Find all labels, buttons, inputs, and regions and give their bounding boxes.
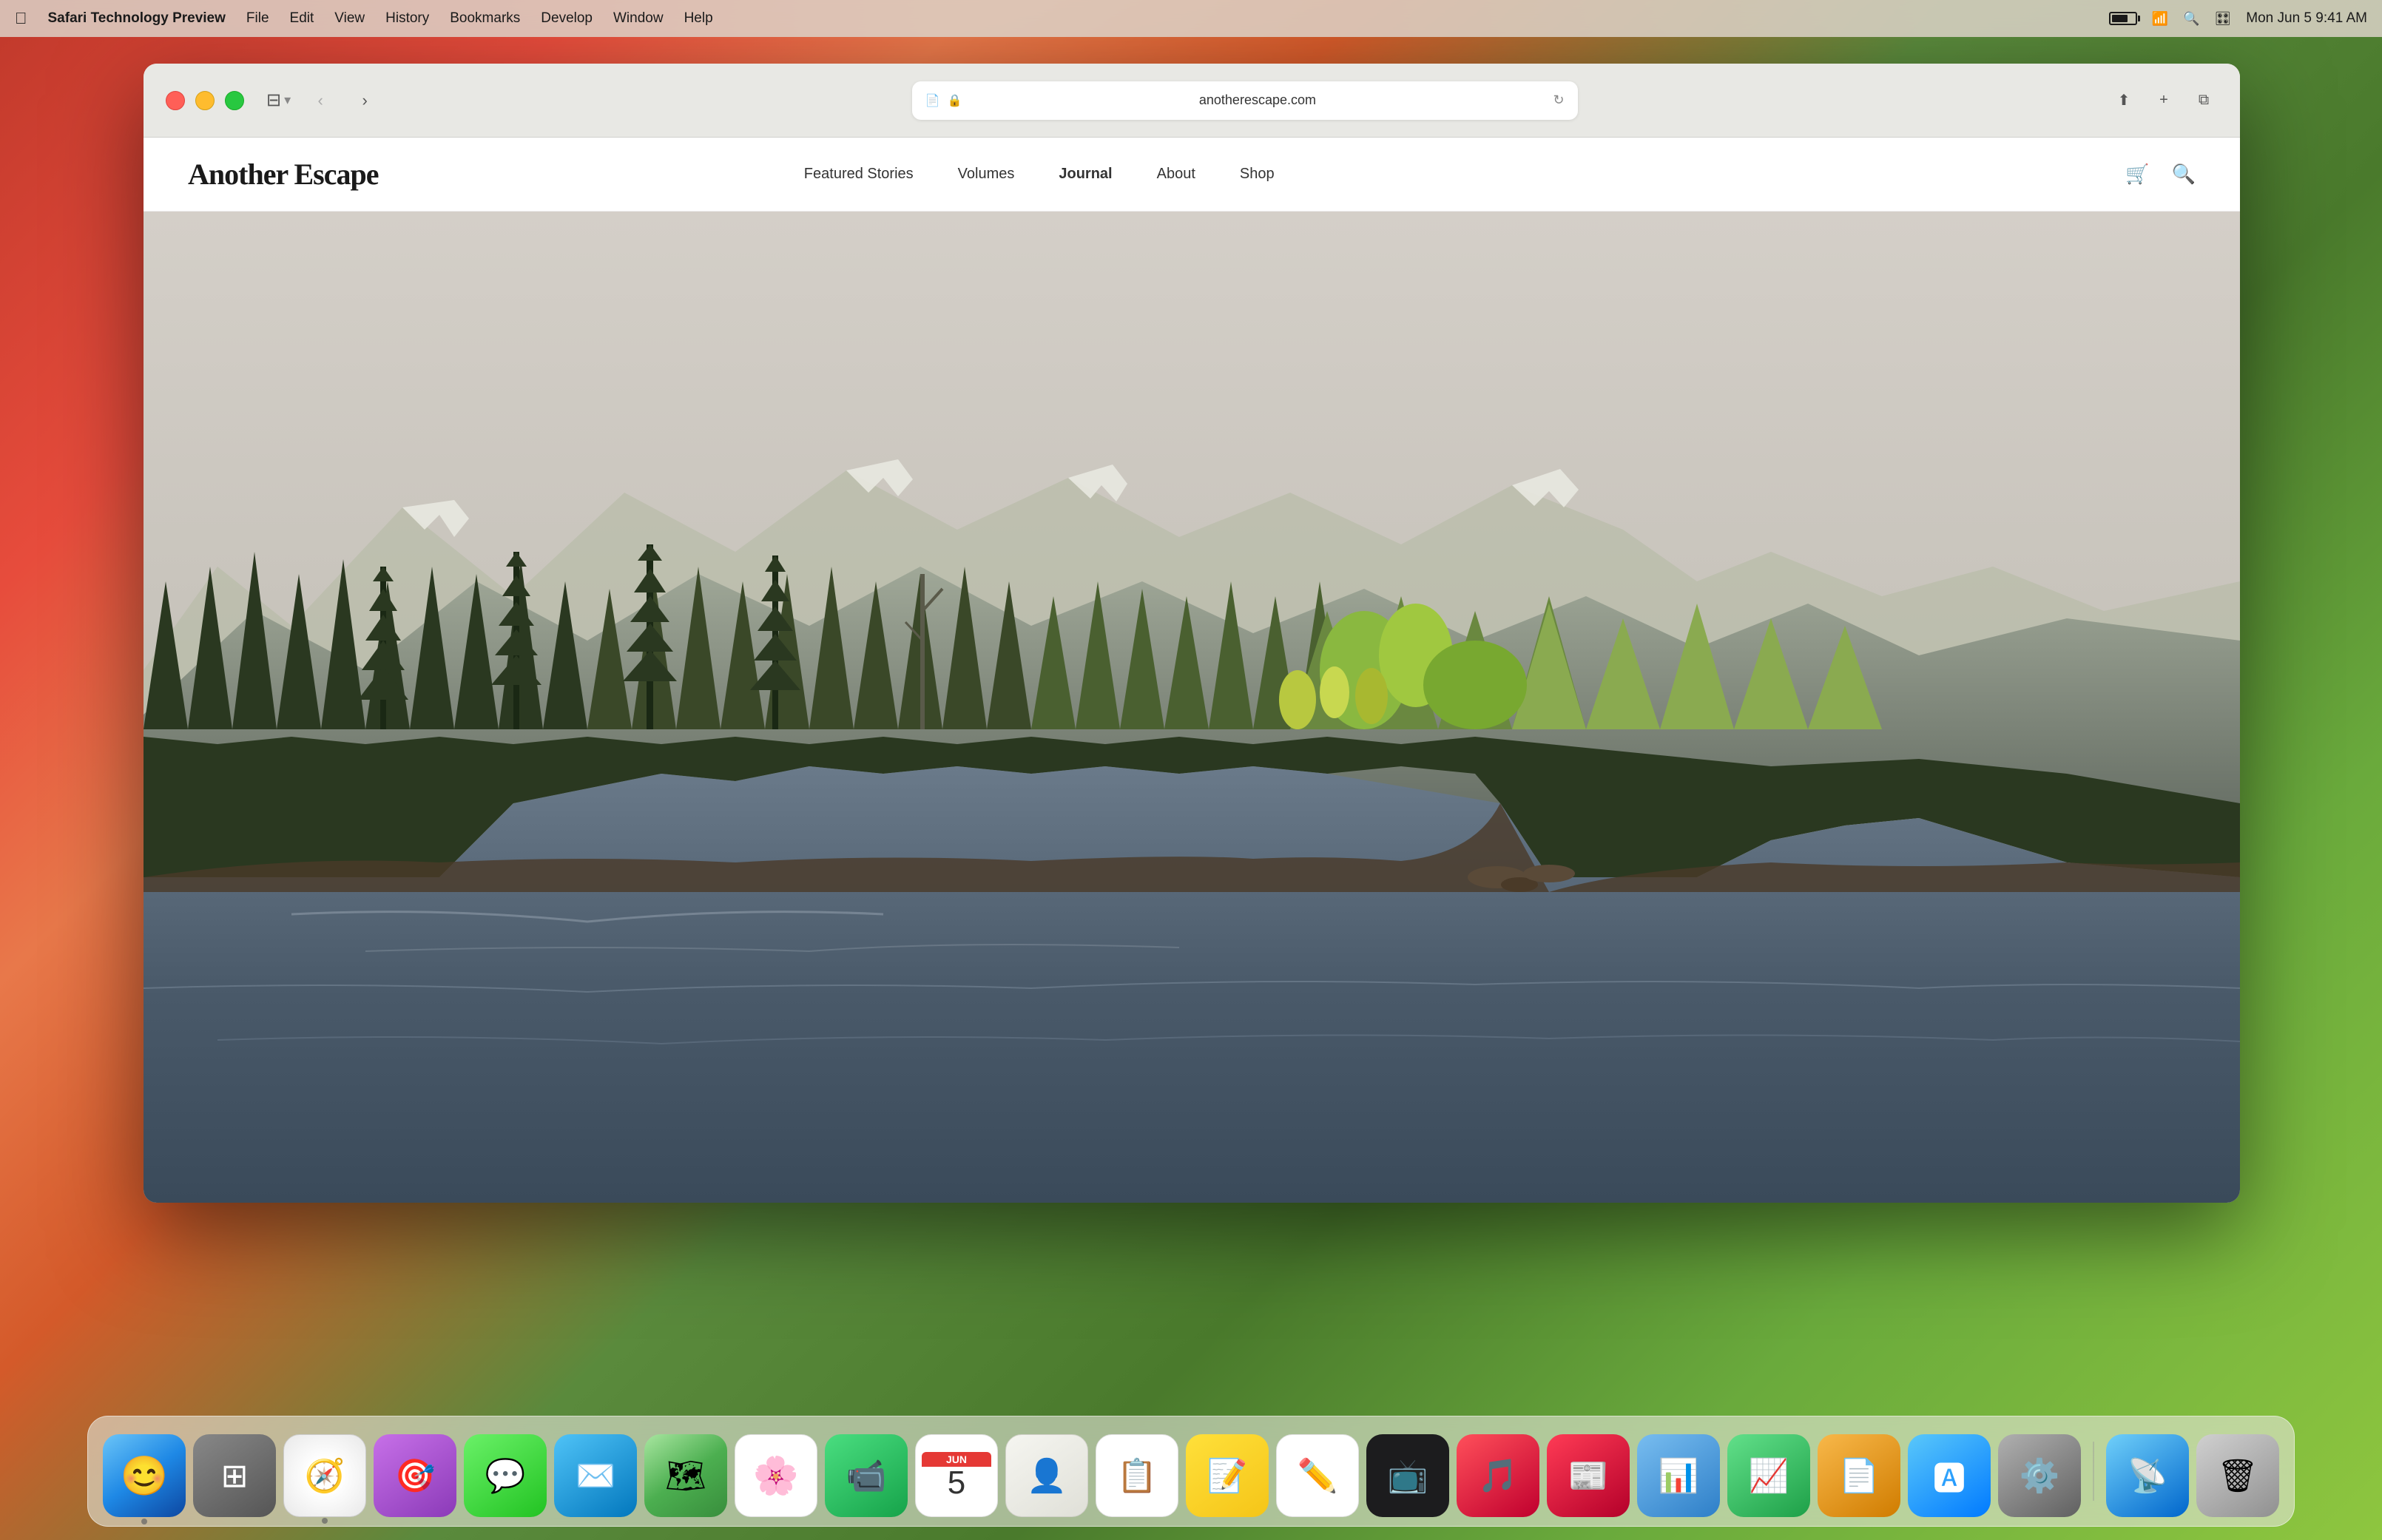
menubar-view[interactable]: View: [334, 10, 365, 27]
dock-calendar[interactable]: JUN 5: [915, 1434, 998, 1517]
hero-image: [144, 212, 2240, 1203]
back-button[interactable]: ‹: [306, 86, 335, 115]
fullscreen-button[interactable]: [225, 91, 244, 110]
landscape-svg: [144, 212, 2240, 1203]
dock-contacts[interactable]: 👤: [1005, 1434, 1088, 1517]
dock-finder[interactable]: 😊: [103, 1434, 186, 1517]
site-logo[interactable]: Another Escape: [188, 157, 378, 192]
dock-freeform[interactable]: ✏️: [1276, 1434, 1359, 1517]
close-button[interactable]: [166, 91, 185, 110]
menubar-history[interactable]: History: [385, 10, 429, 27]
sidebar-toggle[interactable]: ⊟ ▾: [266, 90, 291, 111]
address-bar[interactable]: 📄 🔒 anotherescape.com ↻: [912, 81, 1578, 120]
dock-trash[interactable]: 🗑: [2196, 1434, 2279, 1517]
reload-button[interactable]: ↻: [1553, 92, 1564, 108]
lock-icon: 🔒: [948, 93, 962, 108]
dock-news[interactable]: 📰: [1547, 1434, 1630, 1517]
apple-menu[interactable]: : [15, 9, 27, 28]
safari-toolbar: ⊟ ▾ ‹ › 📄 🔒 anotherescape.com ↻ ⬆ + ⧉: [144, 64, 2240, 138]
dock-music[interactable]: 🎵: [1457, 1434, 1539, 1517]
menubar-develop[interactable]: Develop: [541, 10, 593, 27]
dock-numbers[interactable]: 📈: [1727, 1434, 1810, 1517]
dock-facetime[interactable]: 📹: [825, 1434, 908, 1517]
dock-systemprefs[interactable]: ⚙️: [1998, 1434, 2081, 1517]
menubar-window[interactable]: Window: [613, 10, 664, 27]
search-icon[interactable]: 🔍: [2183, 11, 2199, 27]
menubar-right: 📶 🔍 🎛 Mon Jun 5 9:41 AM: [2109, 10, 2367, 27]
menubar-help[interactable]: Help: [684, 10, 713, 27]
nav-about[interactable]: About: [1157, 166, 1195, 183]
safari-window: ⊟ ▾ ‹ › 📄 🔒 anotherescape.com ↻ ⬆ + ⧉ An…: [144, 64, 2240, 1203]
battery-icon: [2109, 12, 2137, 25]
dock-separator: [2093, 1442, 2094, 1501]
show-tabs-button[interactable]: ⧉: [2190, 87, 2218, 115]
dock-instruments[interactable]: 🎯: [374, 1434, 456, 1517]
toolbar-actions: ⬆ + ⧉: [2110, 87, 2218, 115]
dock-photos[interactable]: 🌸: [735, 1434, 817, 1517]
dock-launchpad[interactable]: ⊞: [193, 1434, 276, 1517]
menubar-file[interactable]: File: [246, 10, 269, 27]
site-nav: Another Escape Featured Stories Volumes …: [144, 138, 2240, 212]
menubar-left:  Safari Technology Preview File Edit Vi…: [15, 9, 713, 28]
site-nav-actions: 🛒 🔍: [2125, 163, 2196, 186]
dock-airdrop[interactable]: 📡: [2106, 1434, 2189, 1517]
nav-shop[interactable]: Shop: [1240, 166, 1275, 183]
traffic-lights: [166, 91, 244, 110]
nav-featured-stories[interactable]: Featured Stories: [804, 166, 914, 183]
page-icon: 📄: [925, 93, 940, 108]
wifi-icon: 📶: [2152, 11, 2168, 27]
website-content: Another Escape Featured Stories Volumes …: [144, 138, 2240, 1203]
url-display[interactable]: anotherescape.com: [969, 92, 1545, 108]
dock-appletv[interactable]: 📺: [1366, 1434, 1449, 1517]
dock-keynote[interactable]: 📊: [1637, 1434, 1720, 1517]
menubar-edit[interactable]: Edit: [290, 10, 314, 27]
dock-notes[interactable]: 📝: [1186, 1434, 1269, 1517]
control-center-icon[interactable]: 🎛: [2214, 11, 2231, 27]
dock-maps[interactable]: 🗺: [644, 1434, 727, 1517]
forward-button[interactable]: ›: [350, 86, 379, 115]
dock-mail[interactable]: ✉️: [554, 1434, 637, 1517]
dock-pages[interactable]: 📄: [1818, 1434, 1900, 1517]
dock-reminders[interactable]: 📋: [1096, 1434, 1178, 1517]
site-nav-links: Featured Stories Volumes Journal About S…: [804, 166, 1275, 183]
nav-volumes[interactable]: Volumes: [958, 166, 1015, 183]
menubar-time: Mon Jun 5 9:41 AM: [2246, 10, 2367, 27]
dock-safari[interactable]: 🧭: [283, 1434, 366, 1517]
dock-appstore[interactable]: 🅰: [1908, 1434, 1991, 1517]
menubar-app-name[interactable]: Safari Technology Preview: [48, 10, 226, 27]
dock-messages[interactable]: 💬: [464, 1434, 547, 1517]
address-bar-container: 📄 🔒 anotherescape.com ↻: [394, 81, 2095, 120]
menubar:  Safari Technology Preview File Edit Vi…: [0, 0, 2382, 37]
menubar-bookmarks[interactable]: Bookmarks: [450, 10, 520, 27]
nav-journal[interactable]: Journal: [1059, 166, 1112, 183]
search-nav-icon[interactable]: 🔍: [2172, 163, 2196, 186]
cart-icon[interactable]: 🛒: [2125, 163, 2149, 186]
dock: 😊 ⊞ 🧭 🎯 💬 ✉️ 🗺 🌸 📹 JUN 5 👤 📋: [87, 1416, 2295, 1527]
share-button[interactable]: ⬆: [2110, 87, 2138, 115]
new-tab-button[interactable]: +: [2150, 87, 2178, 115]
minimize-button[interactable]: [195, 91, 215, 110]
